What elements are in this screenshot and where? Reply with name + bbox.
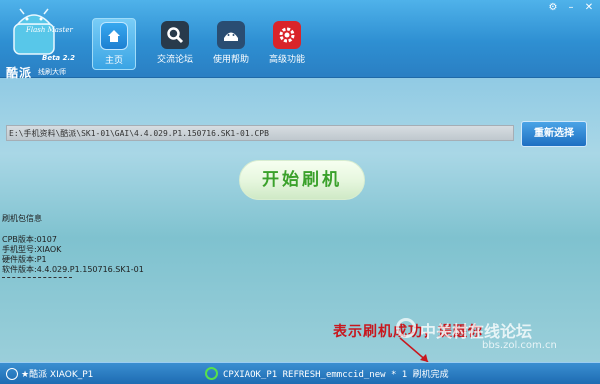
software-version: 软件版本:4.4.029.P1.150716.SK1-01 xyxy=(2,265,144,274)
logo-flash-master: Flash Master xyxy=(26,26,73,34)
close-icon[interactable]: ✕ xyxy=(582,2,596,14)
tab-home-label: 主页 xyxy=(104,56,123,66)
status-device: ★酷派 XIAOK_P1 xyxy=(6,367,93,380)
main-tabs: 主页 交流论坛 使用帮助 高级功能 xyxy=(92,18,310,70)
watermark-main: 中关村在线论坛 xyxy=(420,322,533,341)
minimize-icon[interactable]: – xyxy=(564,2,578,14)
status-flash-text: CPXIAOK_P1 REFRESH_emmccid_new * 1 刷机完成 xyxy=(223,370,449,380)
logo-version: Beta 2.2 xyxy=(42,54,75,62)
zol-watermark: 中关村在线论坛 bbs.zol.com.cn xyxy=(396,318,557,351)
search-icon xyxy=(161,21,189,49)
status-flash: CPXIAOK_P1 REFRESH_emmccid_new * 1 刷机完成 xyxy=(205,367,449,380)
help-robot-icon xyxy=(217,21,245,49)
reselect-button[interactable]: 重新选择 xyxy=(521,121,587,147)
tab-advanced-label: 高级功能 xyxy=(268,55,305,65)
app-window: ⚙ – ✕ Flash Master Beta 2.2 酷派 线刷大师 主页 交… xyxy=(0,0,600,384)
status-device-text: ★酷派 XIAOK_P1 xyxy=(21,370,94,380)
file-path-field[interactable]: E:\手机资料\酷派\SK1-01\GAI\4.4.029.P1.150716.… xyxy=(6,125,514,141)
zol-logo-icon xyxy=(396,318,416,338)
logo-subtitle: 线刷大师 xyxy=(38,68,66,76)
info-heading: 刷机包信息 xyxy=(2,214,42,223)
gear-icon xyxy=(273,21,301,49)
home-icon xyxy=(100,22,128,50)
settings-icon[interactable]: ⚙ xyxy=(546,2,560,14)
start-flash-button[interactable]: 开始刷机 xyxy=(239,160,365,200)
device-status-icon xyxy=(6,367,18,380)
tab-help-label: 使用帮助 xyxy=(212,55,249,65)
tab-advanced[interactable]: 高级功能 xyxy=(264,18,310,70)
tab-home[interactable]: 主页 xyxy=(92,18,136,70)
tab-help[interactable]: 使用帮助 xyxy=(208,18,254,70)
tab-forum[interactable]: 交流论坛 xyxy=(152,18,198,70)
status-bar: ★酷派 XIAOK_P1 CPXIAOK_P1 REFRESH_emmccid_… xyxy=(0,362,600,384)
file-path-text: E:\手机资料\酷派\SK1-01\GAI\4.4.029.P1.150716.… xyxy=(9,129,269,138)
header-bar: ⚙ – ✕ Flash Master Beta 2.2 酷派 线刷大师 主页 交… xyxy=(0,0,600,80)
success-check-icon xyxy=(205,367,218,380)
app-logo: Flash Master Beta 2.2 酷派 线刷大师 xyxy=(4,4,84,80)
tab-forum-label: 交流论坛 xyxy=(156,55,193,65)
window-controls: ⚙ – ✕ xyxy=(546,2,596,14)
info-divider xyxy=(2,277,72,278)
logo-name: 酷派 xyxy=(6,66,33,80)
watermark-sub: bbs.zol.com.cn xyxy=(482,340,557,351)
